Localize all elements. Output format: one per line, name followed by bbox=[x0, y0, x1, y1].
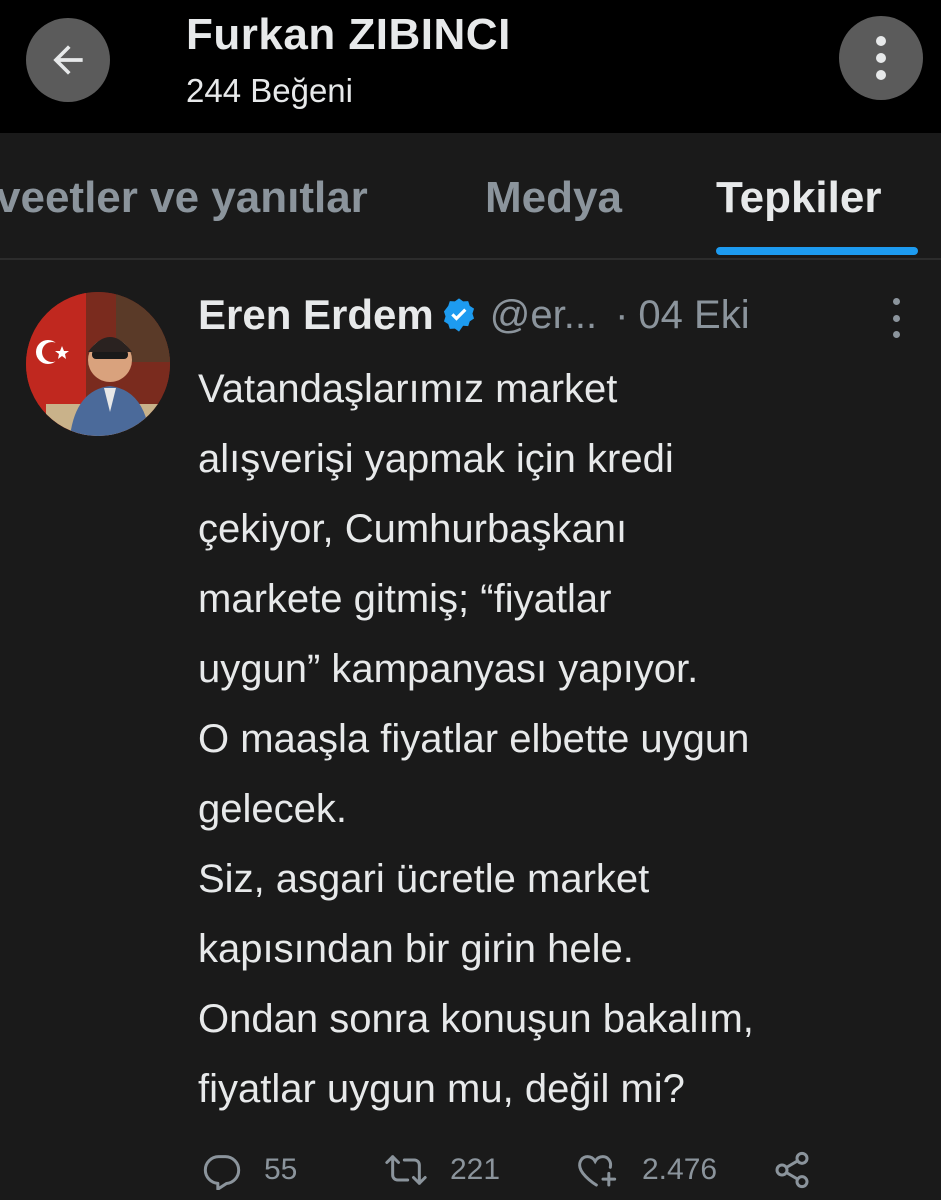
tab-media[interactable]: Medya bbox=[485, 173, 622, 223]
reply-icon bbox=[203, 1155, 241, 1190]
tweet-text-line: kapısından bir girin hele. bbox=[198, 927, 634, 971]
tweet-more-icon[interactable] bbox=[884, 298, 908, 338]
retweet-icon bbox=[385, 1155, 427, 1185]
tweet-text-line: fiyatlar uygun mu, değil mi? bbox=[198, 1067, 685, 1111]
tab-likes[interactable]: Tepkiler bbox=[716, 173, 881, 223]
tweet-card[interactable]: Eren Erdem @er... · 04 Eki Vatandaşlarım… bbox=[0, 262, 941, 1200]
tweet-text-line: uygun” kampanyası yapıyor. bbox=[198, 647, 699, 691]
likes-count: 244 Beğeni bbox=[186, 72, 353, 109]
tweet-header: Eren Erdem @er... · 04 Eki bbox=[198, 288, 750, 342]
avatar[interactable] bbox=[26, 292, 170, 436]
tweet-text: Vatandaşlarımız market alışverişi yapmak… bbox=[198, 354, 928, 1124]
heart-plus-icon bbox=[578, 1155, 617, 1187]
arrow-left-icon bbox=[53, 45, 83, 75]
retweet-button[interactable]: 221 bbox=[384, 1150, 500, 1190]
author-name[interactable]: Eren Erdem bbox=[198, 291, 434, 339]
tweet-text-line: alışverişi yapmak için kredi bbox=[198, 437, 674, 481]
more-options-button[interactable] bbox=[839, 16, 923, 100]
like-count: 2.476 bbox=[642, 1153, 718, 1186]
share-button[interactable] bbox=[772, 1150, 812, 1190]
active-tab-indicator bbox=[716, 247, 918, 255]
profile-name: Furkan ZIBINCI bbox=[186, 10, 511, 59]
tweet-text-line: O maaşla fiyatlar elbette uygun bbox=[198, 717, 750, 761]
avatar-image bbox=[26, 292, 170, 436]
profile-header: Furkan ZIBINCI 244 Beğeni bbox=[0, 0, 941, 133]
retweet-count: 221 bbox=[450, 1153, 501, 1186]
tweet-text-line: gelecek. bbox=[198, 787, 347, 831]
author-handle[interactable]: @er... bbox=[490, 293, 597, 338]
tweet-actions: 55 221 2.476 bbox=[198, 1140, 928, 1200]
tab-tweets-and-replies[interactable]: veetler ve yanıtlar bbox=[0, 173, 368, 223]
tweet-text-line: Vatandaşlarımız market bbox=[198, 367, 618, 411]
reply-count: 55 bbox=[264, 1153, 298, 1186]
back-button[interactable] bbox=[26, 18, 110, 102]
verified-badge-icon bbox=[440, 296, 478, 334]
tweet-text-line: Ondan sonra konuşun bakalım, bbox=[198, 997, 754, 1041]
more-vertical-icon bbox=[876, 36, 886, 80]
tweet-text-line: çekiyor, Cumhurbaşkanı bbox=[198, 507, 628, 551]
profile-tabs: veetler ve yanıtlar Medya Tepkiler bbox=[0, 133, 941, 260]
like-button[interactable]: 2.476 bbox=[576, 1150, 717, 1190]
separator-dot: · bbox=[615, 292, 629, 337]
tweet-date[interactable]: 04 Eki bbox=[638, 293, 749, 338]
reply-button[interactable]: 55 bbox=[202, 1150, 297, 1190]
tweet-text-line: Siz, asgari ücretle market bbox=[198, 857, 650, 901]
share-icon bbox=[775, 1151, 809, 1189]
tweet-text-line: markete gitmiş; “fiyatlar bbox=[198, 577, 612, 621]
